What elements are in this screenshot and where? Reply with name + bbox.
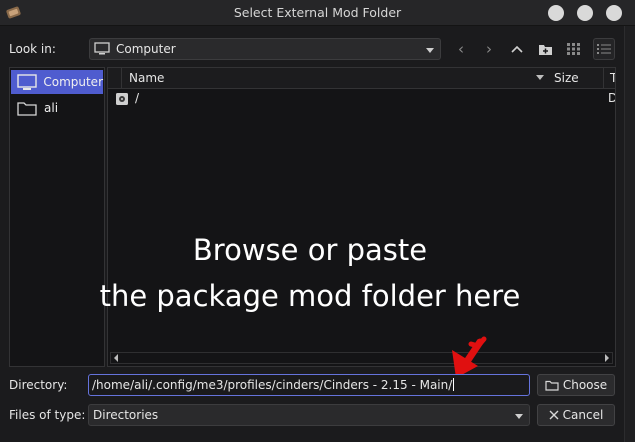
chevron-up-icon [511, 45, 523, 53]
file-row[interactable]: / D [108, 90, 615, 110]
chevron-right-icon: › [486, 40, 492, 58]
file-list[interactable]: Name Size Ty / D [107, 67, 616, 367]
overlay-caption-line1: Browse or paste [192, 233, 428, 267]
chevron-down-icon [515, 414, 523, 419]
sidebar-item-label: ali [44, 101, 59, 115]
title-bar: Select External Mod Folder [0, 0, 635, 26]
back-button[interactable]: ‹ [450, 38, 472, 60]
directory-label: Directory: [9, 378, 68, 392]
directory-input[interactable]: /home/ali/.config/me3/profiles/cinders/C… [88, 374, 530, 396]
computer-icon [13, 73, 40, 91]
header-corner [108, 68, 122, 89]
new-folder-icon [538, 44, 552, 55]
text-caret [453, 378, 455, 391]
filetype-value: Directories [93, 408, 159, 422]
overlay-caption-line2: the package mod folder here [99, 279, 521, 313]
lookin-label: Look in: [9, 42, 56, 56]
minimize-button[interactable] [548, 5, 564, 21]
cancel-button[interactable]: Cancel [537, 404, 615, 426]
scroll-left-icon[interactable] [114, 354, 118, 362]
sidebar-item-label: Computer [43, 75, 103, 89]
sidebar-item-computer[interactable]: Computer [11, 70, 103, 94]
background-window-strip [624, 26, 635, 442]
choose-label: Choose [562, 378, 608, 392]
folder-icon [545, 380, 559, 391]
column-header-label: Size [554, 71, 579, 85]
horizontal-scrollbar[interactable] [110, 352, 613, 364]
close-button[interactable] [606, 5, 622, 21]
cancel-label: Cancel [562, 408, 604, 422]
detail-view-button[interactable] [593, 38, 615, 60]
file-type: D [608, 91, 615, 105]
parent-directory-button[interactable] [506, 38, 528, 60]
chevron-left-icon: ‹ [458, 40, 464, 58]
lookin-combo[interactable]: Computer [89, 38, 441, 60]
filetype-combo[interactable]: Directories [88, 404, 530, 426]
choose-button[interactable]: Choose [537, 374, 615, 396]
file-name: / [135, 91, 140, 105]
icon-view-button[interactable] [563, 38, 585, 60]
drive-icon [115, 92, 129, 109]
sort-arrow-icon [536, 75, 544, 80]
directory-value: /home/ali/.config/me3/profiles/cinders/C… [92, 378, 453, 392]
lookin-value: Computer [116, 42, 176, 56]
column-header-size[interactable]: Size [548, 68, 604, 89]
column-header-name[interactable]: Name [122, 68, 551, 89]
folder-icon [13, 101, 41, 116]
new-folder-button[interactable] [534, 38, 556, 60]
window-title: Select External Mod Folder [233, 5, 402, 20]
close-icon [549, 410, 559, 420]
sidebar-item-ali[interactable]: ali [11, 96, 103, 120]
grid-icon [567, 43, 580, 55]
scroll-right-icon[interactable] [605, 354, 609, 362]
computer-icon [94, 42, 110, 59]
column-header-type[interactable]: Ty [604, 68, 616, 89]
forward-button[interactable]: › [478, 38, 500, 60]
maximize-button[interactable] [577, 5, 593, 21]
list-icon [597, 44, 611, 54]
column-header-label: Ty [610, 71, 616, 85]
column-header-label: Name [129, 71, 165, 85]
chevron-down-icon [426, 48, 434, 53]
places-sidebar: Computer ali [9, 67, 105, 367]
filetype-label: Files of type: [9, 408, 86, 422]
